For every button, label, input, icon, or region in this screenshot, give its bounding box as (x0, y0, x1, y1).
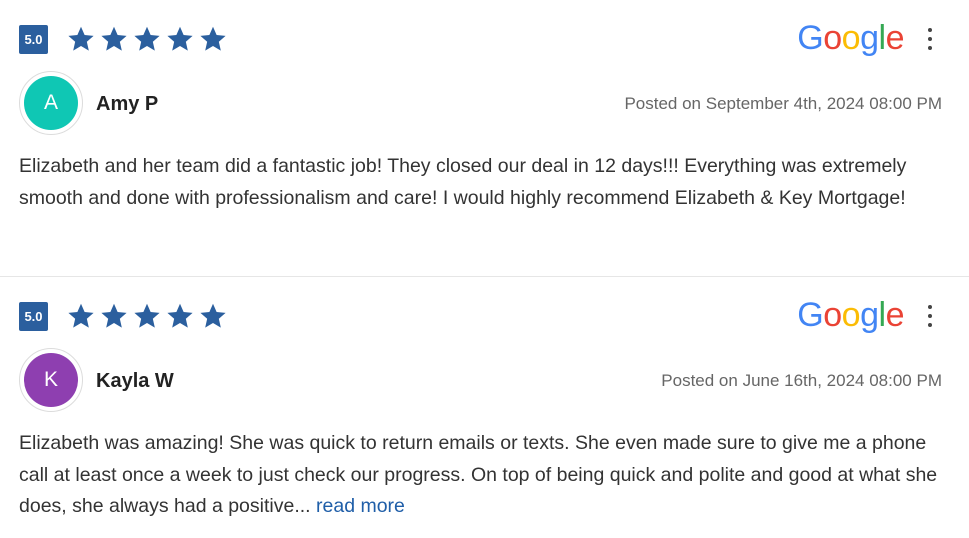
more-options-button[interactable] (922, 305, 938, 327)
avatar: A (19, 71, 83, 135)
star-icon (167, 303, 193, 328)
avatar-initial: K (24, 353, 78, 407)
review-text: Elizabeth and her team did a fantastic j… (19, 155, 907, 209)
posted-date: Posted on September 4th, 2024 08:00 PM (624, 94, 942, 113)
reviewer-name: Kayla W (96, 370, 174, 392)
star-icon (200, 26, 226, 51)
star-icon (101, 26, 127, 51)
review-text: Elizabeth was amazing! She was quick to … (19, 428, 949, 523)
google-logo: Google (797, 19, 904, 57)
review-card: 5.0 Google K Kayla W Posted on June 16th… (0, 277, 969, 538)
more-options-button[interactable] (922, 28, 938, 50)
google-logo: Google (797, 296, 904, 334)
avatar-initial: A (24, 76, 78, 130)
star-icon (200, 303, 226, 328)
star-icon (101, 303, 127, 328)
more-vertical-icon (928, 305, 932, 309)
review-text-body: Elizabeth was amazing! She was quick to … (19, 432, 938, 517)
star-rating (66, 302, 228, 330)
star-rating (66, 25, 228, 53)
read-more-link[interactable]: read more (316, 495, 405, 517)
star-icon (134, 26, 160, 51)
star-icon (68, 26, 94, 51)
more-vertical-icon (928, 28, 932, 32)
rating-badge: 5.0 (19, 25, 48, 54)
reviewer-name: Amy P (96, 93, 159, 115)
avatar: K (19, 348, 83, 412)
star-icon (68, 303, 94, 328)
star-icon (167, 26, 193, 51)
posted-date: Posted on June 16th, 2024 08:00 PM (661, 371, 942, 390)
star-icon (134, 303, 160, 328)
review-card: 5.0 Google A Amy P Posted on September 4… (0, 0, 969, 277)
rating-badge: 5.0 (19, 302, 48, 331)
